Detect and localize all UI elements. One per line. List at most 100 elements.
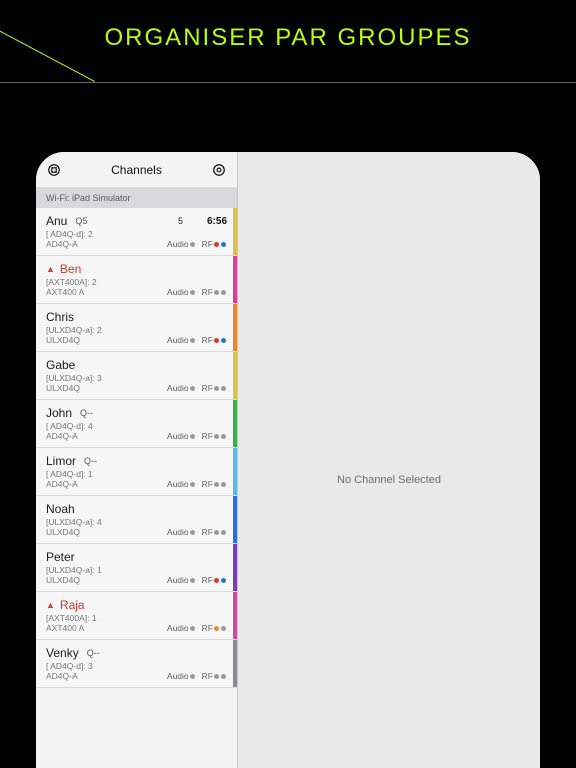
channel-sublabel: [ULXD4Q-a]: 3 (46, 373, 227, 383)
audio-label: Audio (167, 575, 189, 585)
rf-dot (221, 434, 226, 439)
rf-dot (221, 290, 226, 295)
audio-label: Audio (167, 431, 189, 441)
empty-state-text: No Channel Selected (337, 474, 441, 486)
channel-sublabel: [ULXD4Q-a]: 1 (46, 565, 227, 575)
channel-sublabel: [AXT400A]: 2 (46, 277, 227, 287)
color-stripe (233, 208, 237, 255)
audio-label: Audio (167, 623, 189, 633)
q-value: Q5 (75, 216, 87, 226)
channel-name: Limor (46, 454, 76, 468)
rf-label: RF (202, 527, 213, 537)
channel-sublabel: [ AD4Q-d]: 3 (46, 661, 227, 671)
device-label: AD4Q-A (46, 479, 167, 489)
channel-row[interactable]: ▲Ben[AXT400A]: 2AXT400 AAudioRF (36, 256, 237, 304)
link-count: 5 (178, 216, 183, 226)
divider (0, 82, 576, 83)
channel-name: Anu (46, 214, 67, 228)
audio-dot (190, 482, 195, 487)
channel-row[interactable]: Chris[ULXD4Q-a]: 2ULXD4QAudioRF (36, 304, 237, 352)
rf-label: RF (202, 287, 213, 297)
device-label: ULXD4Q (46, 527, 167, 537)
rf-dot (214, 626, 219, 631)
rf-dot (214, 578, 219, 583)
rf-dot (221, 674, 226, 679)
rf-label: RF (202, 623, 213, 633)
rf-dot (214, 386, 219, 391)
channel-sublabel: [ AD4Q-d]: 2 (46, 229, 227, 239)
color-stripe (233, 304, 237, 351)
channel-name: Chris (46, 310, 74, 324)
audio-dot (190, 674, 195, 679)
audio-dot (190, 626, 195, 631)
rf-dot (214, 290, 219, 295)
channel-row[interactable]: Gabe[ULXD4Q-a]: 3ULXD4QAudioRF (36, 352, 237, 400)
device-label: AD4Q-A (46, 431, 167, 441)
rf-label: RF (202, 335, 213, 345)
device-label: AXT400 A (46, 623, 167, 633)
rf-label: RF (202, 239, 213, 249)
channel-sublabel: [ AD4Q-d]: 4 (46, 421, 227, 431)
rf-dot (214, 530, 219, 535)
sidebar-header: Channels (36, 152, 237, 188)
q-value: Q-- (80, 408, 93, 418)
channel-sublabel: [ULXD4Q-a]: 4 (46, 517, 227, 527)
main-pane: No Channel Selected (238, 152, 540, 768)
audio-label: Audio (167, 383, 189, 393)
device-label: ULXD4Q (46, 383, 167, 393)
warning-icon: ▲ (46, 600, 55, 610)
audio-label: Audio (167, 671, 189, 681)
channel-name: Peter (46, 550, 75, 564)
battery-time: 6:56 (207, 216, 227, 227)
channels-sidebar: Channels Wi-Fi: iPad Simulator Anu Q5 5 6:5… (36, 152, 238, 768)
rf-label: RF (202, 671, 213, 681)
audio-label: Audio (167, 335, 189, 345)
rf-dot (221, 386, 226, 391)
rf-label: RF (202, 479, 213, 489)
device-label: AD4Q-A (46, 239, 167, 249)
rf-dot (214, 242, 219, 247)
color-stripe (233, 352, 237, 399)
channel-row[interactable]: ▲Raja[AXT400A]: 1AXT400 AAudioRF (36, 592, 237, 640)
channel-row[interactable]: JohnQ--[ AD4Q-d]: 4AD4Q-AAudioRF (36, 400, 237, 448)
sidebar-title: Channels (70, 163, 203, 177)
settings-icon[interactable] (211, 162, 227, 178)
color-stripe (233, 640, 237, 687)
channel-row[interactable]: Venky Q-- [ AD4Q-d]: 3AD4Q-AAudio RF (36, 640, 237, 688)
channel-row[interactable]: AnuQ556:56[ AD4Q-d]: 2AD4Q-AAudioRF (36, 208, 237, 256)
channel-name: Ben (60, 262, 81, 276)
device-frame: Channels Wi-Fi: iPad Simulator Anu Q5 5 6:5… (36, 152, 540, 768)
color-stripe (233, 448, 237, 495)
rf-dot (214, 482, 219, 487)
group-view-icon[interactable] (46, 162, 62, 178)
audio-dot (190, 338, 195, 343)
q-value: Q-- (87, 648, 100, 658)
channel-name: Gabe (46, 358, 75, 372)
channel-row[interactable]: Noah[ULXD4Q-a]: 4ULXD4QAudioRF (36, 496, 237, 544)
rf-dot (221, 626, 226, 631)
device-label: ULXD4Q (46, 575, 167, 585)
channel-name: Venky (46, 646, 79, 660)
rf-label: RF (202, 575, 213, 585)
channel-sublabel: [ AD4Q-d]: 1 (46, 469, 227, 479)
channel-sublabel: [AXT400A]: 1 (46, 613, 227, 623)
channel-name: John (46, 406, 72, 420)
channel-row[interactable]: Peter[ULXD4Q-a]: 1ULXD4QAudio RF (36, 544, 237, 592)
audio-dot (190, 530, 195, 535)
audio-dot (190, 290, 195, 295)
rf-dot (221, 242, 226, 247)
rf-dot (221, 482, 226, 487)
rf-dot (214, 434, 219, 439)
channel-row[interactable]: LimorQ--[ AD4Q-d]: 1AD4Q-AAudioRF (36, 448, 237, 496)
audio-label: Audio (167, 287, 189, 297)
audio-dot (190, 578, 195, 583)
color-stripe (233, 544, 237, 591)
rf-dot (214, 338, 219, 343)
device-label: AD4Q-A (46, 671, 167, 681)
color-stripe (233, 496, 237, 543)
color-stripe (233, 256, 237, 303)
channel-list[interactable]: AnuQ556:56[ AD4Q-d]: 2AD4Q-AAudioRF▲Ben[… (36, 208, 237, 768)
wifi-status: Wi-Fi: iPad Simulator (36, 188, 237, 208)
color-stripe (233, 400, 237, 447)
warning-icon: ▲ (46, 264, 55, 274)
